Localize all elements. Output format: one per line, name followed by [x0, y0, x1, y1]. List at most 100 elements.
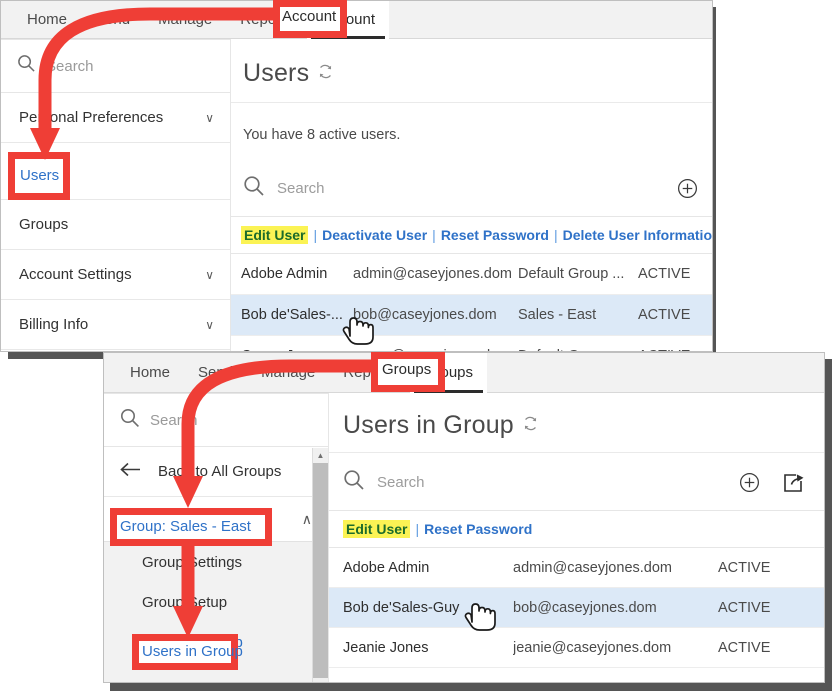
nav-item-groups[interactable]: Groups: [409, 353, 488, 393]
top-window-navbar: Home Send Manage Reports Account: [1, 1, 712, 39]
back-to-all-groups[interactable]: Back to All Groups: [104, 447, 328, 497]
bottom-window-body: Search Back to All Groups Group: Sales -…: [104, 393, 824, 682]
chevron-down-icon: ∨: [205, 110, 214, 125]
user-status: ACTIVE: [718, 559, 771, 576]
sidebar-item-group-sales-east[interactable]: Group: Sales - East ∧: [104, 497, 328, 541]
active-users-status: You have 8 active users.: [243, 127, 401, 143]
page-title-text: Users in Group: [343, 411, 514, 439]
sidebar-item-users[interactable]: Users: [1, 143, 230, 200]
users-search-placeholder: Search: [277, 180, 325, 197]
nav-item-reports[interactable]: Reports: [226, 1, 307, 39]
sidebar-scrollbar[interactable]: ▲: [312, 448, 328, 682]
submenu-item-label: Users in Group: [142, 633, 243, 651]
reset-password-action[interactable]: Reset Password: [441, 227, 549, 243]
group-users-search-placeholder: Search: [377, 474, 425, 491]
sidebar-item-billing-info[interactable]: Billing Info ∨: [1, 300, 230, 350]
user-email: jeanie@caseyjones.dom: [513, 639, 672, 656]
group-search-placeholder: Search: [150, 411, 198, 429]
user-status: ACTIVE: [718, 639, 771, 656]
chevron-down-icon: ∨: [205, 317, 214, 332]
bottom-window-main: Users in Group Search Edit User | Reset …: [328, 393, 824, 682]
nav-item-home[interactable]: Home: [13, 1, 81, 39]
chevron-up-icon: ∧: [301, 511, 312, 527]
refresh-icon[interactable]: [522, 415, 539, 437]
scrollbar-thumb[interactable]: [313, 463, 328, 678]
users-table-search[interactable]: Search: [231, 159, 712, 217]
user-name: Adobe Admin: [241, 266, 328, 282]
page-title: Users: [231, 39, 712, 103]
user-name: Bob de'Sales-Guy: [343, 599, 460, 616]
table-row[interactable]: Adobe Admin admin@caseyjones.dom ACTIVE: [329, 548, 824, 588]
submenu-item-group-settings[interactable]: Group Settings: [104, 542, 328, 582]
bottom-window-sidebar: Search Back to All Groups Group: Sales -…: [104, 393, 328, 682]
sidebar-item-personal-preferences[interactable]: Personal Preferences ∨: [1, 93, 230, 143]
deactivate-user-action[interactable]: Deactivate User: [322, 227, 427, 243]
sidebar-item-groups[interactable]: Groups: [1, 200, 230, 250]
group-sidebar-search[interactable]: Search: [104, 393, 328, 447]
bottom-window: Home Send Manage Reports Groups Search B…: [103, 352, 825, 683]
user-status: ACTIVE: [638, 266, 691, 282]
action-separator: |: [432, 227, 436, 243]
user-status: ACTIVE: [638, 307, 691, 323]
nav-item-reports[interactable]: Reports: [329, 353, 410, 393]
sidebar-item-account-settings[interactable]: Account Settings ∨: [1, 250, 230, 300]
page-title-text: Users: [243, 59, 310, 87]
delete-user-information-action[interactable]: Delete User Information: [563, 227, 712, 243]
table-row[interactable]: Jeanie Jones jeanie@caseyjones.dom ACTIV…: [329, 628, 824, 668]
chevron-down-icon: ∨: [205, 267, 214, 282]
user-name: Jeanie Jones: [343, 639, 429, 656]
page-title: Users in Group: [329, 393, 824, 453]
search-icon: [120, 408, 140, 433]
refresh-icon[interactable]: [317, 63, 334, 85]
search-icon: [17, 54, 36, 78]
top-window-main: Users You have 8 active users. Search Ed…: [230, 39, 712, 351]
back-to-all-groups-label: Back to All Groups: [158, 463, 282, 480]
nav-item-send[interactable]: Send: [184, 353, 247, 393]
group-users-action-bar: Edit User | Reset Password: [329, 511, 824, 548]
sidebar-item-label: Personal Preferences: [19, 109, 164, 126]
action-separator: |: [553, 227, 558, 243]
table-row[interactable]: Casey Jones casey@caseyjones.dom Default…: [231, 336, 712, 351]
group-submenu: Group Settings Group Setup Users in Grou…: [104, 541, 328, 682]
users-action-bar: Edit User | Deactivate User | Reset Pass…: [231, 217, 712, 254]
user-email: bob@caseyjones.dom: [513, 599, 657, 616]
scrollbar-up-arrow[interactable]: ▲: [313, 448, 328, 463]
user-group: Sales - East: [518, 307, 597, 323]
reset-password-action[interactable]: Reset Password: [424, 521, 532, 537]
action-separator: |: [415, 521, 420, 537]
edit-user-action[interactable]: Edit User: [343, 520, 411, 538]
user-status: ACTIVE: [718, 599, 771, 616]
nav-item-send[interactable]: Send: [81, 1, 144, 39]
nav-item-manage[interactable]: Manage: [144, 1, 226, 39]
user-email: admin@caseyjones.dom: [513, 559, 672, 576]
export-icon[interactable]: [782, 472, 804, 493]
plus-circle-icon[interactable]: [739, 472, 760, 493]
sidebar-item-label: Account Settings: [19, 266, 132, 283]
bottom-window-navbar: Home Send Manage Reports Groups: [104, 353, 824, 393]
table-row[interactable]: Bob de'Sales-... bob@caseyjones.dom Sale…: [231, 295, 712, 336]
plus-circle-icon[interactable]: [677, 178, 698, 199]
nav-item-home[interactable]: Home: [116, 353, 184, 393]
top-window-sidebar: Search Personal Preferences ∨ Users Grou…: [1, 39, 230, 351]
arrow-left-icon: [120, 462, 142, 481]
sidebar-item-label: Billing Info: [19, 316, 89, 333]
edit-user-action[interactable]: Edit User: [241, 226, 309, 244]
group-label: Group: Sales - East: [122, 510, 253, 528]
group-users-table-search[interactable]: Search: [329, 453, 824, 511]
top-window-body: Search Personal Preferences ∨ Users Grou…: [1, 39, 712, 351]
sidebar-item-label: Users: [19, 162, 59, 180]
user-email: admin@caseyjones.dom: [353, 266, 512, 282]
user-email: bob@caseyjones.dom: [353, 307, 497, 323]
nav-item-manage[interactable]: Manage: [247, 353, 329, 393]
submenu-item-users-in-group[interactable]: Users in Group: [104, 622, 328, 662]
submenu-item-label: Group Setup: [142, 593, 228, 611]
submenu-item-label: Group Settings: [142, 553, 243, 571]
table-row[interactable]: Bob de'Sales-Guy bob@caseyjones.dom ACTI…: [329, 588, 824, 628]
nav-item-account[interactable]: Account: [306, 1, 390, 39]
table-row[interactable]: Adobe Admin admin@caseyjones.dom Default…: [231, 254, 712, 295]
sidebar-search[interactable]: Search: [1, 39, 230, 93]
user-group: Default Group ...: [518, 266, 625, 282]
submenu-item-group-setup[interactable]: Group Setup: [104, 582, 328, 622]
user-name: Bob de'Sales-...: [241, 307, 343, 323]
sidebar-item-label: Groups: [19, 216, 69, 233]
